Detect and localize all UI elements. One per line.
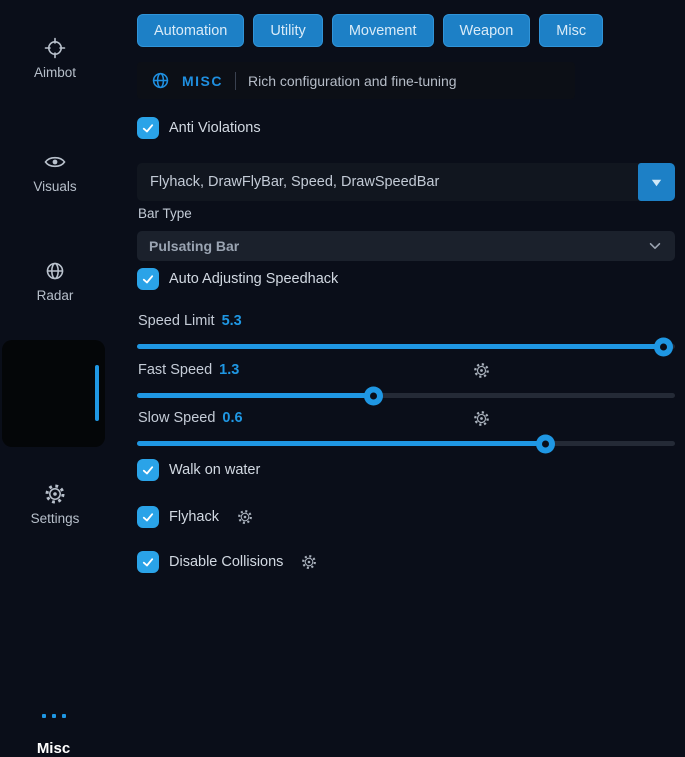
slider-thumb[interactable] <box>364 386 383 405</box>
checkbox-label: Anti Violations <box>169 120 261 136</box>
sidebar-item-aimbot[interactable]: Aimbot <box>0 37 110 80</box>
bar-type-label: Bar Type <box>138 206 192 221</box>
slider-label: Fast Speed <box>138 362 212 378</box>
anti-violations-checkbox[interactable] <box>137 117 159 139</box>
cheat-menu-window: { "colors": { "background": "#0a0e19", "… <box>0 0 685 563</box>
slow-speed-slider[interactable] <box>137 441 675 446</box>
slider-value: 5.3 <box>222 313 242 329</box>
slider-label: Slow Speed <box>138 410 215 426</box>
checkmark-icon <box>141 121 155 135</box>
disable-collisions-gear-icon[interactable] <box>301 554 317 570</box>
checkbox-label: Walk on water <box>169 462 260 478</box>
speed-limit-caption: Speed Limit 5.3 <box>138 313 242 330</box>
walk-on-water-row: Walk on water <box>137 459 260 481</box>
section-header: MISC Rich configuration and fine-tuning <box>137 62 575 99</box>
flyhack-checkbox[interactable] <box>137 506 159 528</box>
speed-limit-slider[interactable] <box>137 344 675 349</box>
sidebar-item-label: Radar <box>0 288 110 303</box>
section-subtitle: Rich configuration and fine-tuning <box>248 73 457 89</box>
checkmark-icon <box>141 555 155 569</box>
bar-type-value: Pulsating Bar <box>149 238 239 254</box>
walk-on-water-checkbox[interactable] <box>137 459 159 481</box>
disable-collisions-checkbox[interactable] <box>137 551 159 573</box>
auto-adjust-checkbox[interactable] <box>137 268 159 290</box>
gear-icon <box>44 483 66 505</box>
flyhack-gear-icon[interactable] <box>237 509 253 525</box>
crosshair-icon <box>44 37 66 59</box>
fast-speed-caption: Fast Speed 1.3 <box>138 362 239 379</box>
eye-icon <box>44 151 66 173</box>
selected-indicator <box>95 365 99 421</box>
sidebar-item-label: Visuals <box>0 179 110 194</box>
category-tabs: Automation Utility Movement Weapon Misc <box>137 14 603 47</box>
sidebar: Aimbot Visuals Radar Misc <box>0 0 110 563</box>
slider-label: Speed Limit <box>138 313 215 329</box>
disable-collisions-row: Disable Collisions <box>137 551 317 573</box>
tab-movement[interactable]: Movement <box>332 14 434 47</box>
slider-fill <box>137 441 546 446</box>
tab-weapon[interactable]: Weapon <box>443 14 531 47</box>
auto-adjust-row: Auto Adjusting Speedhack <box>137 268 338 290</box>
slider-fill <box>137 393 374 398</box>
flags-value: Flyhack, DrawFlyBar, Speed, DrawSpeedBar <box>150 174 439 190</box>
section-title: MISC <box>182 73 223 89</box>
sidebar-item-radar[interactable]: Radar <box>0 260 110 303</box>
slow-speed-gear-icon[interactable] <box>473 410 490 427</box>
slider-thumb[interactable] <box>654 337 673 356</box>
fast-speed-slider[interactable] <box>137 393 675 398</box>
sidebar-item-settings[interactable]: Settings <box>0 483 110 526</box>
sidebar-item-label: Aimbot <box>0 65 110 80</box>
ellipsis-icon <box>2 708 105 726</box>
flyhack-row: Flyhack <box>137 506 253 528</box>
flags-dropdown-button[interactable] <box>638 163 675 201</box>
tab-misc[interactable]: Misc <box>539 14 603 47</box>
slider-value: 1.3 <box>219 362 239 378</box>
anti-violations-row: Anti Violations <box>137 117 261 139</box>
triangle-down-icon <box>649 175 664 190</box>
checkbox-label: Auto Adjusting Speedhack <box>169 271 338 287</box>
slider-thumb[interactable] <box>536 434 555 453</box>
sidebar-item-label: Misc <box>2 740 105 757</box>
fast-speed-gear-icon[interactable] <box>473 362 490 379</box>
header-divider <box>235 72 236 90</box>
slider-fill <box>137 344 664 349</box>
chevron-down-icon <box>647 238 663 254</box>
checkmark-icon <box>141 463 155 477</box>
tab-automation[interactable]: Automation <box>137 14 244 47</box>
tab-utility[interactable]: Utility <box>253 14 322 47</box>
bar-type-select[interactable]: Pulsating Bar <box>137 231 675 261</box>
flags-multiselect[interactable]: Flyhack, DrawFlyBar, Speed, DrawSpeedBar <box>137 163 675 201</box>
checkmark-icon <box>141 510 155 524</box>
globe-icon <box>151 71 170 90</box>
sidebar-item-visuals[interactable]: Visuals <box>0 151 110 194</box>
sidebar-item-label: Settings <box>0 511 110 526</box>
globe-icon <box>44 260 66 282</box>
slider-value: 0.6 <box>222 410 242 426</box>
checkbox-label: Flyhack <box>169 509 219 525</box>
slow-speed-caption: Slow Speed 0.6 <box>138 410 243 427</box>
sidebar-item-misc[interactable]: Misc <box>2 340 105 447</box>
checkmark-icon <box>141 272 155 286</box>
checkbox-label: Disable Collisions <box>169 554 283 570</box>
main-panel: Automation Utility Movement Weapon Misc … <box>137 0 675 563</box>
